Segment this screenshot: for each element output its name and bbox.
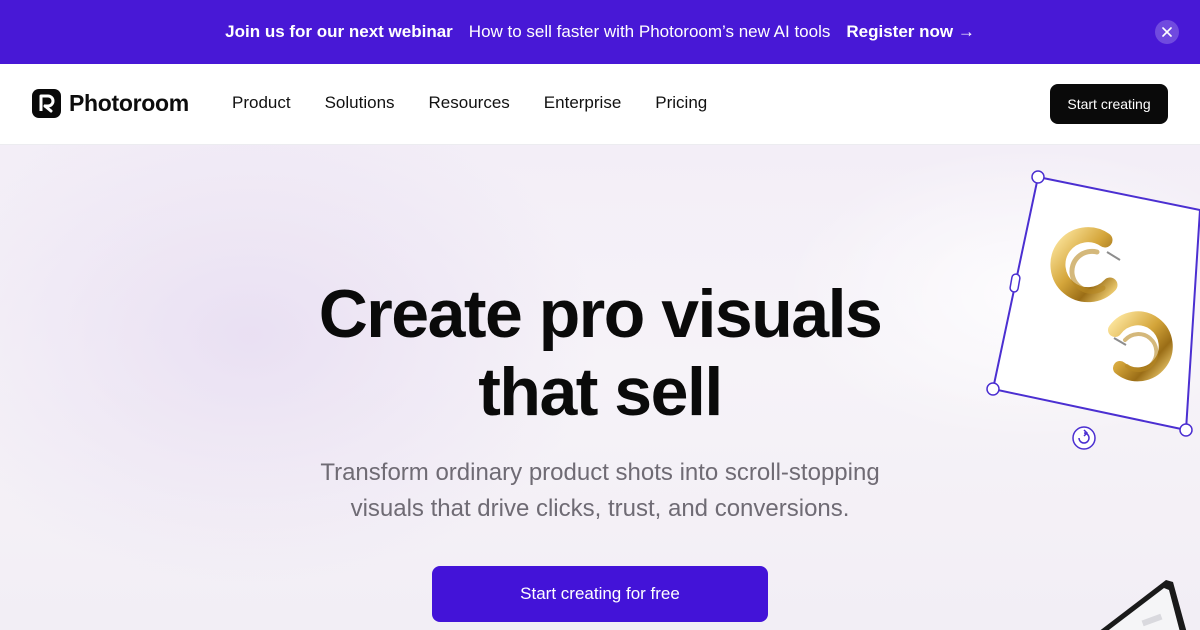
selection-handle-icon[interactable] — [1031, 170, 1045, 184]
hero-headline-line2: that sell — [478, 354, 723, 430]
hero-headline: Create pro visuals that sell — [0, 275, 1200, 431]
brand-logo[interactable]: Photoroom — [32, 89, 189, 118]
device-preview-image — [1100, 580, 1187, 630]
announcement-banner: Join us for our next webinar How to sell… — [0, 0, 1200, 64]
nav-item-resources[interactable]: Resources — [429, 93, 510, 113]
nav-item-product[interactable]: Product — [232, 93, 291, 113]
hero-headline-line1: Create pro visuals — [318, 276, 883, 352]
register-now-link[interactable]: Register now → — [846, 22, 974, 42]
banner-close-button[interactable] — [1155, 20, 1179, 44]
hero-subheadline-line2: visuals that drive clicks, trust, and co… — [350, 495, 850, 522]
banner-lead-text: Join us for our next webinar — [225, 22, 453, 41]
hero-subheadline: Transform ordinary product shots into sc… — [300, 455, 900, 527]
nav-item-pricing[interactable]: Pricing — [655, 93, 707, 113]
close-icon — [1162, 27, 1172, 37]
photoroom-logo-icon — [32, 89, 61, 118]
banner-sub-text: How to sell faster with Photoroom’s new … — [468, 22, 831, 41]
start-creating-button[interactable]: Start creating — [1050, 84, 1168, 124]
main-nav: Product Solutions Resources Enterprise P… — [232, 93, 741, 113]
start-creating-for-free-button[interactable]: Start creating for free — [432, 566, 768, 622]
brand-name: Photoroom — [69, 90, 189, 116]
nav-item-enterprise[interactable]: Enterprise — [544, 93, 621, 113]
hero-section: Create pro visuals that sell Transform o… — [0, 145, 1200, 630]
hero-subheadline-line1: Transform ordinary product shots into sc… — [320, 459, 880, 486]
site-header: Photoroom Product Solutions Resources En… — [0, 64, 1200, 145]
nav-item-solutions[interactable]: Solutions — [325, 93, 395, 113]
